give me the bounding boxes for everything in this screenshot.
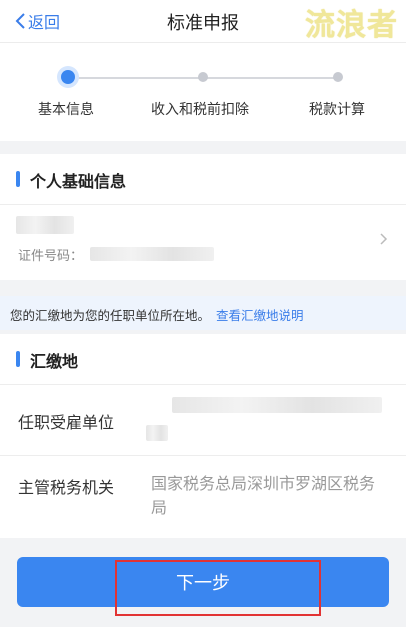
view-location-info-link[interactable]: 查看汇缴地说明 [216, 308, 304, 323]
redacted-employer-name [172, 397, 382, 413]
section-title: 汇缴地 [30, 352, 79, 371]
watermark: 流浪者 [305, 8, 398, 43]
step-label-basic-info: 基本信息 [38, 102, 94, 118]
section-header: 汇缴地 [0, 334, 406, 385]
step-label-tax-calc: 税款计算 [309, 102, 365, 118]
step-connector [68, 77, 203, 79]
personal-info-row[interactable]: 证件号码： [0, 205, 406, 280]
chevron-right-icon [380, 233, 388, 245]
step-dot-basic-info [61, 70, 75, 84]
step-dot-income [198, 72, 208, 82]
notice-text: 您的汇缴地为您的任职单位所在地。 [10, 308, 211, 323]
tax-office-label: 主管税务机关 [18, 478, 115, 497]
tax-office-row[interactable]: 主管税务机关 国家税务总局深圳市罗湖区税务局 [0, 456, 406, 538]
personal-info-section: 个人基础信息 证件号码： [0, 154, 406, 280]
section-title: 个人基础信息 [30, 172, 127, 191]
section-accent-bar [16, 171, 20, 187]
step-dot-tax-calc [333, 72, 343, 82]
section-accent-bar [16, 351, 20, 367]
tax-location-section: 汇缴地 任职受雇单位 主管税务机关 国家税务总局深圳市罗湖区税务局 [0, 334, 406, 538]
top-navigation-bar: 返回 标准申报 流浪者 [0, 0, 406, 43]
highlight-annotation-box [115, 560, 321, 616]
employer-label: 任职受雇单位 [18, 413, 115, 432]
id-number-label: 证件号码： [18, 249, 84, 264]
tax-location-notice: 您的汇缴地为您的任职单位所在地。 查看汇缴地说明 [0, 296, 406, 330]
step-label-income: 收入和税前扣除 [151, 102, 249, 118]
step-connector [203, 77, 338, 79]
redacted-employer-name-line2 [146, 425, 168, 441]
redacted-id-number [90, 247, 214, 261]
tax-office-value: 国家税务总局深圳市罗湖区税务局 [151, 474, 376, 517]
redacted-name [16, 216, 74, 234]
section-header: 个人基础信息 [0, 154, 406, 205]
employer-row[interactable]: 任职受雇单位 [0, 385, 406, 456]
progress-stepper: 基本信息 收入和税前扣除 税款计算 [0, 42, 406, 141]
